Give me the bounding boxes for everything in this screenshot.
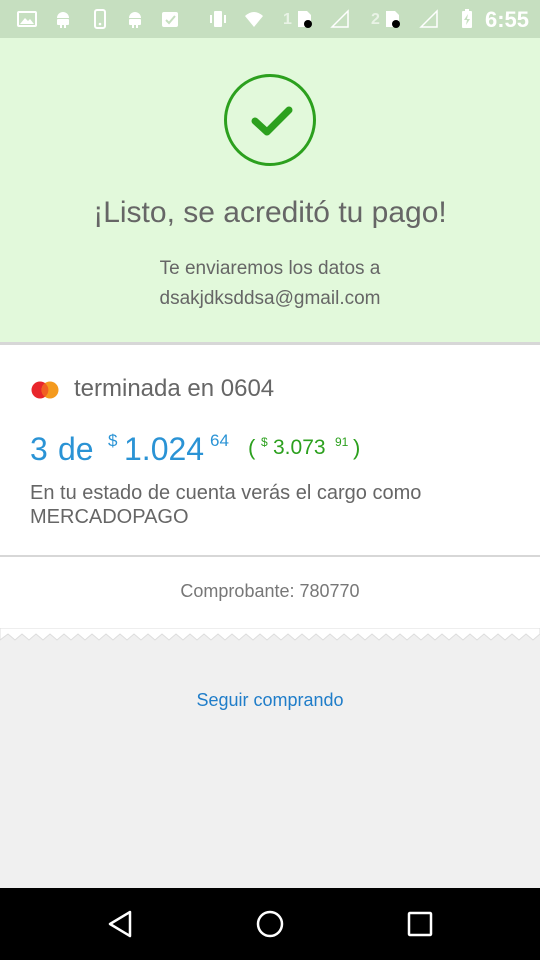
status-bar: 1 2 6:55	[0, 0, 540, 38]
total-cents: 91	[335, 435, 349, 449]
statement-note: En tu estado de cuenta verás el cargo co…	[30, 482, 422, 504]
check-icon	[251, 106, 293, 136]
android-icon	[129, 12, 141, 28]
vibrate-icon	[210, 11, 226, 27]
success-title: ¡Listo, se acreditó tu pago!	[93, 196, 447, 229]
navigation-bar	[0, 888, 540, 960]
sim1-label: 1	[283, 11, 292, 28]
email-address: dsakjdksddsa@gmail.com	[159, 288, 381, 309]
image-icon	[17, 11, 37, 27]
installments-count: 3	[30, 431, 48, 467]
email-notice: Te enviaremos los datos a	[159, 258, 381, 279]
android-icon	[57, 12, 69, 28]
back-icon[interactable]	[104, 908, 136, 940]
installments-de: de	[58, 431, 94, 467]
payment-details: terminada en 0604 3 de $ 1.024 64 ( $ 3.…	[0, 345, 540, 555]
total-amount: 3.073	[273, 436, 326, 459]
sim2-label: 2	[371, 11, 380, 28]
clipboard-check-icon	[162, 12, 178, 27]
sim-card-icon	[386, 11, 400, 28]
status-time: 6:55	[485, 7, 530, 32]
continue-shopping-link[interactable]: Seguir comprando	[150, 690, 390, 711]
card-last-digits: terminada en 0604	[74, 375, 275, 402]
success-panel: ¡Listo, se acreditó tu pago! Te enviarem…	[0, 38, 540, 342]
ticket-edge	[0, 628, 540, 641]
total-close: )	[353, 435, 361, 460]
statement-merchant: MERCADOPAGO	[30, 506, 189, 528]
installment-cents: 64	[210, 431, 229, 450]
signal-icon	[330, 9, 349, 28]
receipt-section: Comprobante: 780770	[0, 557, 540, 629]
phone-icon	[94, 9, 106, 29]
home-icon[interactable]	[254, 908, 286, 940]
wifi-icon	[245, 12, 263, 27]
total-open: (	[248, 435, 256, 460]
installment-amount: 1.024	[124, 431, 205, 467]
recents-icon[interactable]	[404, 908, 436, 940]
signal-icon	[419, 9, 438, 28]
receipt-number: Comprobante: 780770	[180, 581, 360, 601]
mastercard-icon	[31, 381, 59, 399]
sim-card-icon	[298, 11, 312, 28]
total-currency: $	[261, 435, 268, 449]
installment-currency: $	[108, 431, 118, 450]
battery-charging-icon	[462, 9, 472, 28]
success-badge	[224, 74, 316, 166]
